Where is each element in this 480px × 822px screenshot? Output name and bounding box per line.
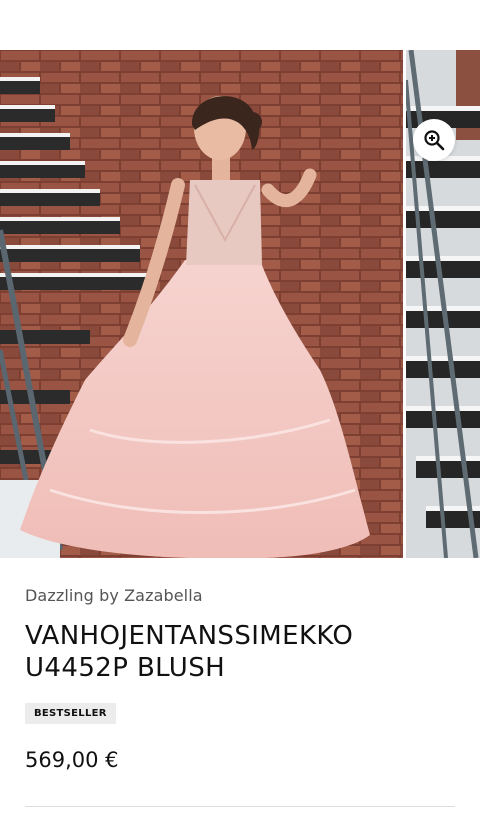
- product-title: VANHOJENTANSSIMEKKO U4452P BLUSH: [25, 620, 465, 684]
- zoom-button[interactable]: [413, 119, 455, 161]
- zoom-in-icon: [424, 130, 445, 151]
- product-price: 569,00 €: [25, 748, 119, 772]
- product-brand[interactable]: Dazzling by Zazabella: [25, 586, 203, 605]
- product-title-line1: VANHOJENTANSSIMEKKO: [25, 621, 354, 651]
- bestseller-badge: BESTSELLER: [25, 703, 116, 724]
- product-image-gallery[interactable]: [0, 50, 480, 558]
- product-title-line2: U4452P BLUSH: [25, 653, 226, 683]
- section-divider: [25, 806, 455, 807]
- product-image-main[interactable]: [0, 50, 403, 558]
- dress-photo: [0, 50, 403, 558]
